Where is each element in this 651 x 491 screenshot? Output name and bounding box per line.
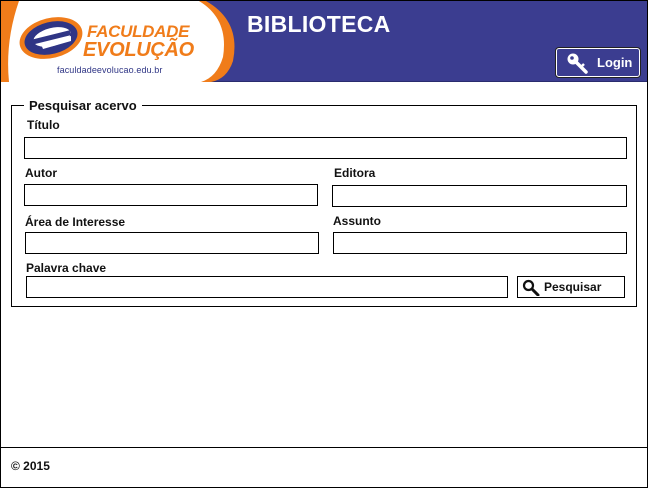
titulo-input[interactable]: [24, 137, 627, 159]
key-icon: [566, 52, 590, 79]
editora-label: Editora: [334, 166, 376, 180]
footer-copyright: © 2015: [11, 459, 50, 473]
search-legend: Pesquisar acervo: [24, 98, 142, 113]
assunto-input[interactable]: [333, 232, 627, 254]
titulo-label: Título: [27, 118, 60, 132]
autor-input[interactable]: [24, 184, 318, 206]
page-frame: FACULDADE EVOLUÇÃO faculdadeevolucao.edu…: [0, 0, 648, 488]
logo[interactable]: FACULDADE EVOLUÇÃO faculdadeevolucao.edu…: [1, 1, 241, 82]
logo-name-line2: EVOLUÇÃO: [83, 39, 194, 61]
palavra-chave-input[interactable]: [26, 276, 508, 298]
area-label: Área de Interesse: [25, 215, 126, 229]
header-bar: FACULDADE EVOLUÇÃO faculdadeevolucao.edu…: [1, 1, 647, 82]
assunto-label: Assunto: [333, 214, 381, 228]
footer-divider: [1, 447, 647, 448]
area-input[interactable]: [25, 232, 319, 254]
page-title: BIBLIOTECA: [247, 11, 391, 37]
autor-label: Autor: [25, 166, 57, 180]
search-icon: [522, 279, 540, 301]
search-button-label: Pesquisar: [544, 280, 602, 294]
palavra-chave-label: Palavra chave: [26, 261, 107, 275]
login-button[interactable]: Login: [556, 48, 640, 77]
login-label: Login: [597, 55, 633, 70]
search-button[interactable]: Pesquisar: [517, 276, 625, 298]
editora-input[interactable]: [332, 185, 627, 207]
logo-url: faculdadeevolucao.edu.br: [57, 65, 163, 75]
